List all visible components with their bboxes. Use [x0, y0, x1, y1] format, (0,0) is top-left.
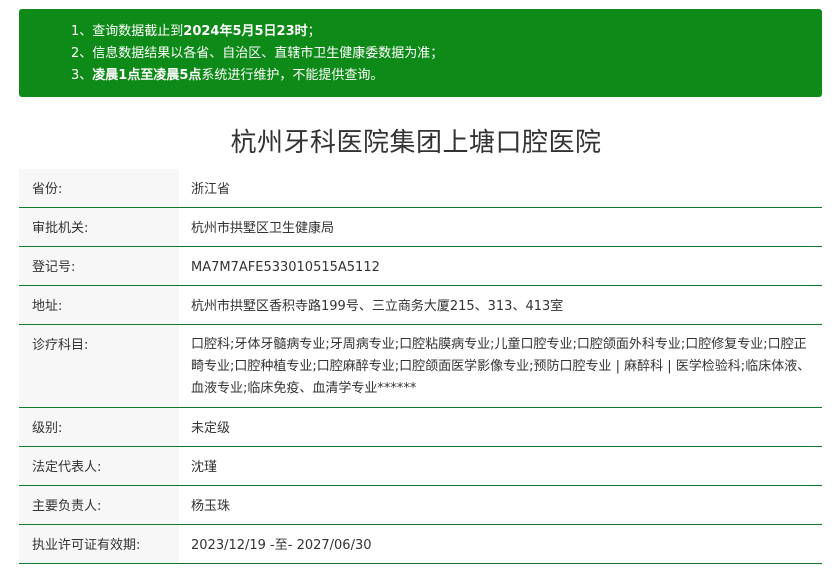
table-row-departments: 诊疗科目: 口腔科;牙体牙髓病专业;牙周病专业;口腔粘膜病专业;儿童口腔专业;口…: [19, 325, 822, 408]
notice-line-3-hours: 凌晨1点至凌晨5点: [92, 68, 202, 83]
notice-banner: 1、查询数据截止到2024年5月5日23时； 2、信息数据结果以各省、自治区、直…: [19, 9, 822, 97]
page-title: 杭州牙科医院集团上塘口腔医院: [230, 128, 602, 158]
notice-line-2: 2、信息数据结果以各省、自治区、直辖市卫生健康委数据为准；: [71, 46, 444, 61]
row-value-level: 未定级: [191, 421, 231, 436]
notice-line-1-date: 2024年5月5日23时: [183, 24, 308, 39]
table-row-approval-authority: 审批机关: 杭州市拱墅区卫生健康局: [19, 208, 822, 247]
row-label-departments: 诊疗科目:: [19, 325, 179, 407]
notice-line-1-suffix: ；: [307, 24, 321, 39]
row-label-address: 地址:: [19, 286, 179, 324]
row-label-registration-number: 登记号:: [19, 247, 179, 285]
row-value-principal: 杨玉珠: [191, 499, 231, 514]
table-row-address: 地址: 杭州市拱墅区香积寺路199号、三立商务大厦215、313、413室: [19, 286, 822, 325]
notice-line-3: 3、凌晨1点至凌晨5点系统进行维护，不能提供查询。: [71, 65, 822, 87]
row-label-legal-representative: 法定代表人:: [19, 447, 179, 485]
notice-line-1: 1、查询数据截止到2024年5月5日23时；: [71, 21, 822, 43]
info-table: 省份: 浙江省 审批机关: 杭州市拱墅区卫生健康局 登记号: MA7M7AFE5…: [19, 169, 822, 564]
table-row-province: 省份: 浙江省: [19, 169, 822, 208]
notice-line-3-prefix: 3、: [71, 68, 93, 83]
table-row-license-validity: 执业许可证有效期: 2023/12/19 -至- 2027/06/30: [19, 525, 822, 564]
table-row-principal: 主要负责人: 杨玉珠: [19, 486, 822, 525]
row-label-approval-authority: 审批机关:: [19, 208, 179, 246]
row-value-approval-authority: 杭州市拱墅区卫生健康局: [191, 221, 335, 236]
row-value-province: 浙江省: [191, 182, 231, 197]
row-label-level: 级别:: [19, 408, 179, 446]
notice-line-1-prefix: 1、查询数据截止到: [71, 24, 184, 39]
notice-line-3-suffix: 系统进行维护，不能提供查询。: [201, 68, 384, 83]
table-row-registration-number: 登记号: MA7M7AFE533010515A5112: [19, 247, 822, 286]
row-value-address: 杭州市拱墅区香积寺路199号、三立商务大厦215、313、413室: [191, 299, 564, 314]
row-label-principal: 主要负责人:: [19, 486, 179, 524]
table-row-level: 级别: 未定级: [19, 408, 822, 447]
row-value-license-validity: 2023/12/19 -至- 2027/06/30: [191, 538, 372, 553]
row-label-license-validity: 执业许可证有效期:: [19, 525, 179, 563]
row-value-departments: 口腔科;牙体牙髓病专业;牙周病专业;口腔粘膜病专业;儿童口腔专业;口腔颌面外科专…: [191, 337, 811, 396]
row-value-registration-number: MA7M7AFE533010515A5112: [191, 260, 380, 275]
table-row-legal-representative: 法定代表人: 沈瑾: [19, 447, 822, 486]
row-value-legal-representative: 沈瑾: [191, 460, 218, 475]
row-label-province: 省份:: [19, 169, 179, 207]
